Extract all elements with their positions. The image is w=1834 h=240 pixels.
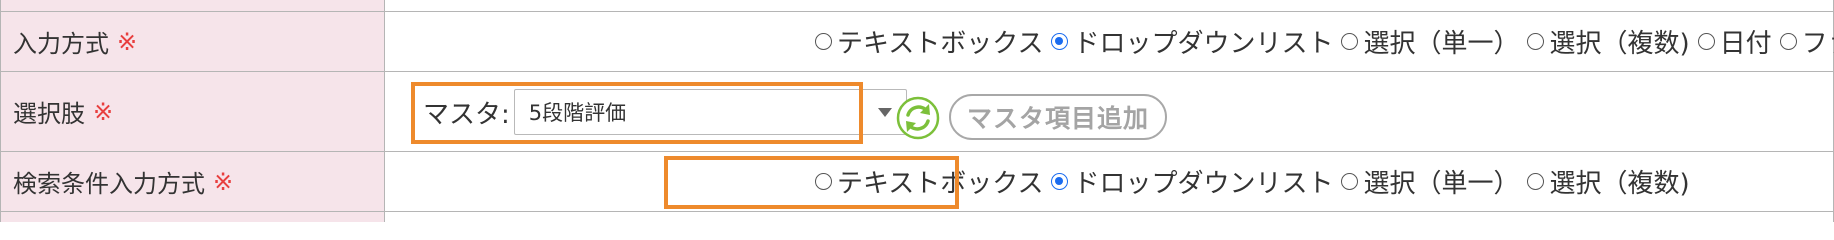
previous-row [0,0,1834,12]
radio-button[interactable] [1527,33,1545,50]
required-mark: ※ [213,167,234,196]
radio-label: 選択（複数) [1549,169,1690,199]
required-mark: ※ [117,27,138,56]
next-row [0,212,1834,222]
previous-row-value [385,0,1834,11]
input-method-option-2[interactable]: ドロップダウンリスト [1051,23,1333,60]
search-input-method-option-3[interactable]: 選択（単一） [1341,163,1519,200]
input-method-label-cell: 入力方式 ※ [0,12,385,71]
input-method-option-6[interactable]: ファイル [1779,23,1834,60]
radio-button[interactable] [1527,173,1545,190]
master-label: マスタ: [423,99,510,130]
radio-label: 選択（複数) [1549,29,1690,59]
radio-label: ファイル [1801,29,1834,59]
input-method-value-cell: テキストボックスドロップダウンリスト選択（単一） 選択（複数) 日付ファイル [385,12,1834,71]
search-input-method-option-1[interactable]: テキストボックス [815,163,1043,200]
master-select[interactable]: 5段階評価 [513,89,907,135]
radio-label: テキストボックス [837,169,1044,199]
radio-button[interactable] [815,33,832,50]
radio-button[interactable] [1051,33,1069,50]
choices-label: 選択肢 [13,100,85,128]
input-method-option-1[interactable]: テキストボックス [815,23,1043,60]
search-input-method-label: 検索条件入力方式 [13,170,205,198]
form-table: 入力方式 ※ テキストボックス ドロップダウンリスト 選択（単一） 選択（複数) 日付フ… [0,0,1834,222]
refresh-button[interactable] [896,96,940,140]
input-method-radio-group: テキストボックスドロップダウンリスト選択（単一） 選択（複数) 日付ファイル [815,12,1834,71]
radio-label: ドロップダウンリスト [1073,29,1334,59]
master-selector: マスタ: 5段階評価 [411,82,907,142]
add-master-item-button[interactable]: マスタ項目追加 [949,94,1167,140]
radio-button[interactable] [1697,33,1715,50]
refresh-icon [896,96,940,140]
search-input-method-row: 検索条件入力方式 ※ テキストボックス ドロップダウンリスト 選択（単一） 選択（複数… [0,152,1834,212]
next-row-value [385,212,1834,222]
choices-label-cell: 選択肢 ※ [0,72,385,151]
input-method-label: 入力方式 [13,30,109,58]
search-input-method-radio-group: テキストボックス ドロップダウンリスト 選択（単一） 選択（複数) [815,152,1698,211]
radio-label: テキストボックス [837,29,1044,59]
search-input-method-option-4[interactable]: 選択（複数) [1527,163,1690,200]
master-select-value: 5段階評価 [528,101,627,125]
required-mark: ※ [93,97,114,126]
previous-row-label [0,0,385,11]
input-method-option-3[interactable]: 選択（単一） [1341,23,1519,60]
next-row-label [0,212,385,222]
radio-button[interactable] [815,173,832,190]
radio-button[interactable] [1341,33,1359,50]
input-method-row: 入力方式 ※ テキストボックス ドロップダウンリスト 選択（単一） 選択（複数) 日付フ… [0,12,1834,72]
radio-label: 選択（単一） [1363,29,1520,59]
input-method-option-4[interactable]: 選択（複数) [1527,23,1690,60]
chevron-down-icon [877,108,892,117]
radio-button[interactable] [1051,173,1069,190]
radio-label: 日付 [1719,29,1772,59]
search-input-method-option-2[interactable]: ドロップダウンリスト [1051,163,1333,200]
input-method-option-5[interactable]: 日付 [1697,23,1772,60]
radio-label: ドロップダウンリスト [1073,169,1334,199]
radio-button[interactable] [1341,173,1359,190]
search-input-method-value-cell: テキストボックス ドロップダウンリスト 選択（単一） 選択（複数) [385,152,1834,211]
radio-label: 選択（単一） [1363,169,1520,199]
radio-button[interactable] [1779,33,1797,50]
search-input-method-label-cell: 検索条件入力方式 ※ [0,152,385,211]
